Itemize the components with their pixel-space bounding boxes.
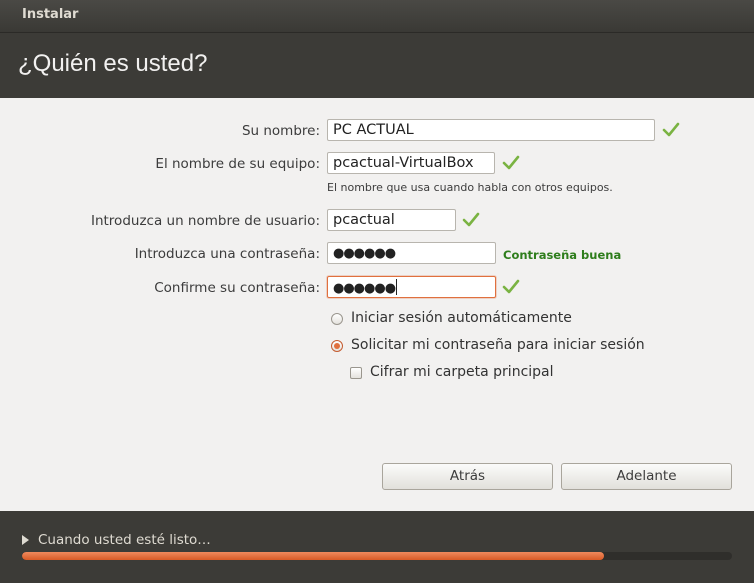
text-caret: [396, 279, 398, 295]
username-value: pcactual: [333, 212, 395, 228]
name-field[interactable]: PC ACTUAL: [327, 119, 655, 141]
page-header: ¿Quién es usted?: [0, 33, 754, 98]
username-field[interactable]: pcactual: [327, 209, 456, 231]
install-progress-bar: [22, 552, 732, 560]
forward-button[interactable]: Adelante: [561, 463, 732, 490]
confirm-password-label: Confirme su contraseña:: [154, 280, 320, 296]
install-status[interactable]: Cuando usted esté listo…: [38, 532, 211, 548]
back-button[interactable]: Atrás: [382, 463, 553, 490]
require-password-radio[interactable]: [331, 340, 343, 352]
name-check-icon: [662, 122, 680, 137]
page-title: ¿Quién es usted?: [18, 50, 208, 77]
computer-name-field[interactable]: pcactual-VirtualBox: [327, 152, 495, 174]
password-field[interactable]: ●●●●●●: [327, 242, 496, 264]
password-label: Introduzca una contraseña:: [134, 246, 320, 262]
form-panel: Su nombre: PC ACTUAL El nombre de su equ…: [0, 98, 754, 511]
username-label: Introduzca un nombre de usuario:: [90, 213, 320, 229]
confirm-password-field[interactable]: ●●●●●●: [327, 276, 496, 298]
require-password-label[interactable]: Solicitar mi contraseña para iniciar ses…: [351, 337, 645, 353]
install-footer: Cuando usted esté listo…: [0, 511, 754, 583]
password-strength-label: Contraseña buena: [503, 248, 622, 262]
computer-name-hint: El nombre que usa cuando habla con otros…: [327, 181, 613, 194]
confirm-password-value: ●●●●●●: [333, 281, 396, 296]
computer-name-label: El nombre de su equipo:: [155, 156, 320, 172]
window-titlebar: Instalar: [0, 0, 754, 33]
name-label: Su nombre:: [241, 123, 320, 139]
computer-name-value: pcactual-VirtualBox: [333, 155, 474, 171]
password-value: ●●●●●●: [333, 246, 396, 261]
auto-login-radio[interactable]: [331, 313, 343, 325]
window-title: Instalar: [22, 7, 79, 22]
install-progress-fill: [22, 552, 605, 560]
username-check-icon: [462, 212, 480, 227]
encrypt-home-label[interactable]: Cifrar mi carpeta principal: [370, 364, 554, 380]
name-value: PC ACTUAL: [333, 122, 414, 138]
auto-login-label[interactable]: Iniciar sesión automáticamente: [351, 310, 572, 326]
confirm-password-check-icon: [502, 279, 520, 294]
triangle-right-icon[interactable]: [22, 535, 29, 545]
encrypt-home-checkbox[interactable]: [350, 367, 362, 379]
computer-name-check-icon: [502, 155, 520, 170]
